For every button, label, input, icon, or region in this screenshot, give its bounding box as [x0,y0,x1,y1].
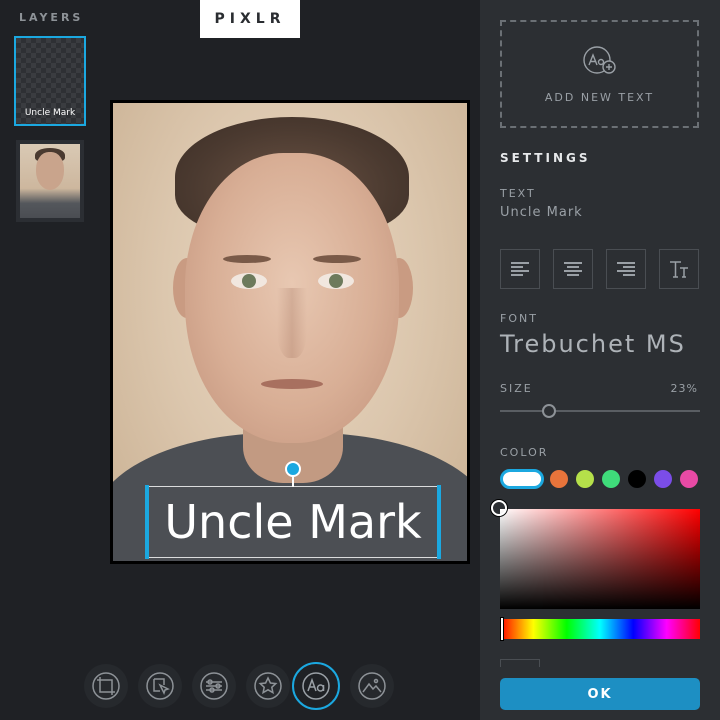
color-field-label: COLOR [500,446,549,459]
font-field-label: FONT [500,312,538,325]
text-tool-button[interactable] [292,662,340,710]
size-field-label: SIZE [500,382,533,395]
font-select[interactable]: Trebuchet MS [500,330,686,358]
color-swatch-black[interactable] [628,470,646,488]
settings-panel: ADD NEW TEXT SETTINGS TEXT Uncle Mark FO… [480,0,720,720]
color-swatch-green[interactable] [602,470,620,488]
add-new-text-label: ADD NEW TEXT [544,90,655,104]
color-swatch-white-selected[interactable] [500,469,544,489]
hue-slider-marker[interactable] [500,617,504,641]
text-field-label: TEXT [500,187,536,200]
pixlr-logo: PIXLR [200,0,300,38]
settings-title: SETTINGS [500,151,591,165]
align-left-icon [511,262,529,276]
ok-button[interactable]: OK [500,678,700,710]
align-right-icon [617,262,635,276]
sticker-star-icon [254,672,282,700]
adjust-cursor-icon [146,672,174,700]
rotate-handle[interactable] [285,461,301,477]
filters-tool-button[interactable] [192,664,236,708]
resize-handle-left[interactable] [145,485,149,559]
image-tool-button[interactable] [350,664,394,708]
bottom-toolbar [84,662,404,712]
text-case-button[interactable] [659,249,699,289]
text-value[interactable]: Uncle Mark [500,205,583,220]
layer-thumb-label: Uncle Mark [24,108,76,118]
image-mountain-icon [358,672,386,700]
color-swatch-pink[interactable] [680,470,698,488]
text-case-icon [670,261,688,278]
editor-canvas[interactable]: Uncle Mark [110,100,470,564]
hue-slider[interactable] [500,619,700,639]
color-picker-gradient[interactable] [500,509,700,609]
text-aa-icon [302,672,330,700]
align-center-button[interactable] [553,249,593,289]
crop-tool-button[interactable] [84,664,128,708]
align-right-button[interactable] [606,249,646,289]
align-left-button[interactable] [500,249,540,289]
layer-thumb-text[interactable]: Uncle Mark [14,36,86,126]
color-swatch-orange[interactable] [550,470,568,488]
adjust-tool-button[interactable] [138,664,182,708]
size-slider-thumb[interactable] [542,404,556,418]
resize-handle-right[interactable] [437,485,441,559]
sticker-tool-button[interactable] [246,664,290,708]
sliders-icon [200,672,228,700]
color-swatch-purple[interactable] [654,470,672,488]
color-picker-cursor[interactable] [491,500,507,516]
size-slider-track[interactable] [500,410,700,412]
canvas-text: Uncle Mark [164,495,422,549]
size-value: 23% [670,382,698,395]
layer-photo-preview [20,144,80,218]
panel-tab-stub [500,659,540,667]
add-text-icon [582,45,616,74]
crop-icon [92,672,120,700]
layer-thumb-photo[interactable] [16,140,84,222]
color-swatch-lime[interactable] [576,470,594,488]
add-new-text-button[interactable]: ADD NEW TEXT [500,20,699,128]
text-layer-box[interactable]: Uncle Mark [145,485,441,559]
align-center-icon [564,262,582,276]
layers-title: LAYERS [19,11,84,24]
